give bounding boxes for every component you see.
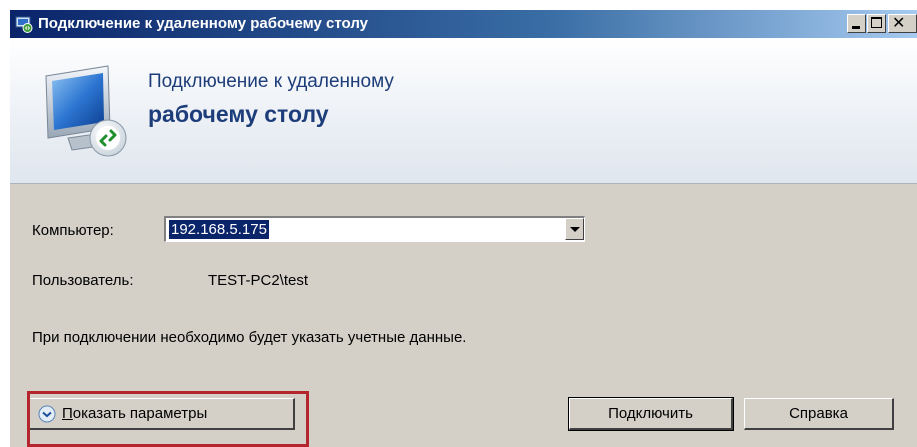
banner-title-line2: рабочему столу bbox=[148, 101, 329, 127]
remote-desktop-icon bbox=[15, 16, 33, 33]
title-bar[interactable]: Подключение к удаленному рабочему столу … bbox=[10, 10, 917, 38]
user-label: Пользователь: bbox=[32, 272, 134, 289]
user-value: TEST-PC2\test bbox=[208, 272, 309, 289]
banner-title-line1: Подключение к удаленному bbox=[148, 71, 394, 92]
monitor-remote-icon bbox=[45, 65, 127, 157]
connect-button[interactable]: Подключить bbox=[568, 397, 734, 431]
window-title: Подключение к удаленному рабочему столу bbox=[38, 15, 369, 32]
computer-label: Компьютер: bbox=[32, 222, 114, 239]
help-button[interactable]: Справка bbox=[744, 398, 894, 430]
maximize-button[interactable] bbox=[867, 14, 886, 33]
close-button[interactable]: ✕ bbox=[888, 14, 917, 33]
computer-combobox[interactable]: 192.168.5.175 bbox=[164, 216, 585, 242]
minimize-button[interactable] bbox=[847, 14, 866, 33]
highlight-frame bbox=[27, 391, 309, 447]
rdp-window: Подключение к удаленному рабочему столу … bbox=[10, 10, 917, 447]
credentials-info-text: При подключении необходимо будет указать… bbox=[32, 329, 467, 346]
computer-input[interactable]: 192.168.5.175 bbox=[168, 219, 270, 240]
close-icon: ✕ bbox=[892, 15, 906, 32]
dropdown-arrow-button[interactable] bbox=[565, 218, 584, 240]
header-banner: Подключение к удаленному рабочему столу bbox=[10, 38, 917, 184]
